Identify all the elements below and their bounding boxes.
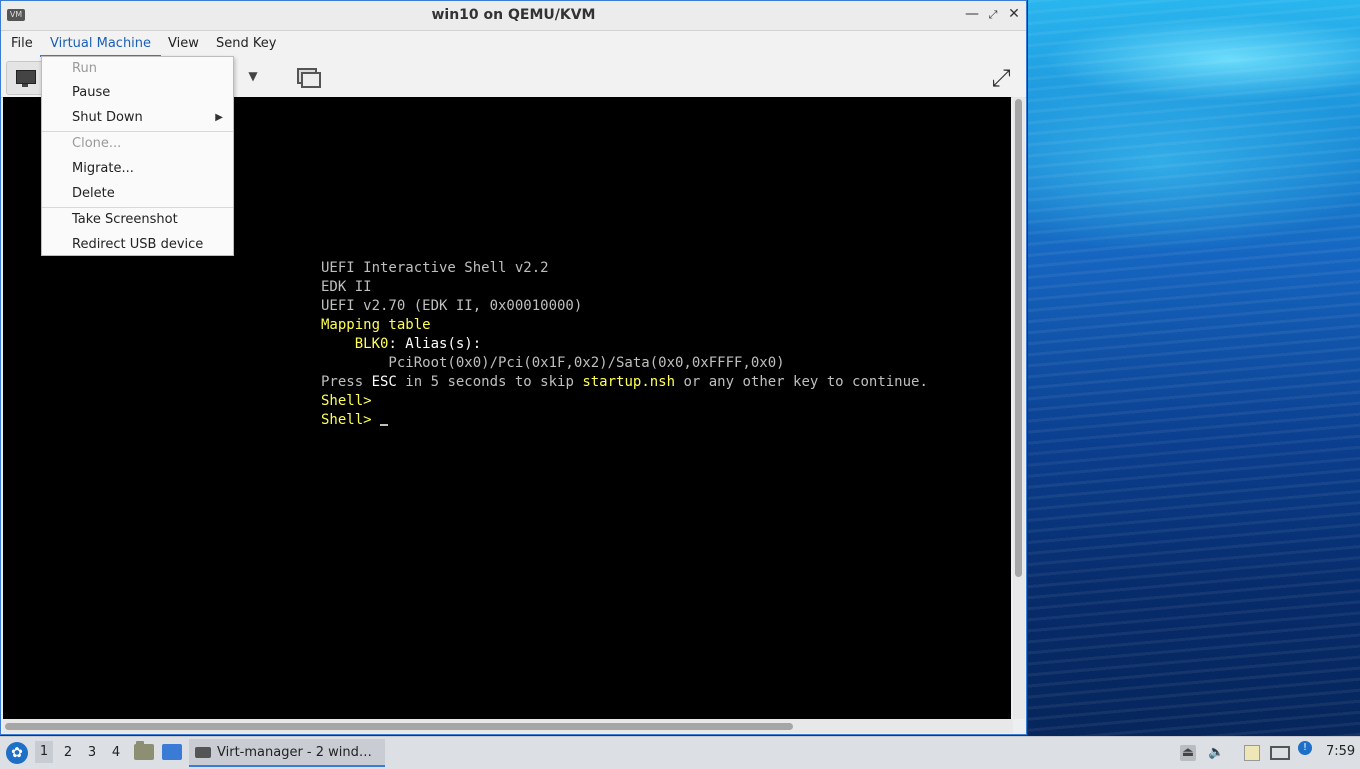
file-manager-icon[interactable] xyxy=(134,741,154,760)
virt-manager-icon xyxy=(195,747,211,758)
console-line: EDK II xyxy=(321,279,372,295)
scrollbar-thumb[interactable] xyxy=(1015,99,1022,577)
console-line: UEFI Interactive Shell v2.2 xyxy=(321,260,549,276)
menu-separator xyxy=(42,207,233,208)
dropdown-arrow-icon[interactable]: ▼ xyxy=(244,67,262,85)
show-desktop-icon[interactable] xyxy=(162,744,182,760)
clipboard-icon[interactable] xyxy=(1244,745,1260,761)
menu-virtual-machine[interactable]: Virtual Machine xyxy=(39,36,162,57)
console-line: Mapping table xyxy=(321,317,431,333)
menu-item-pause[interactable]: Pause xyxy=(72,85,110,100)
monitor-icon[interactable] xyxy=(6,61,44,95)
menu-item-run: Run xyxy=(72,61,97,76)
menu-item-take-screenshot[interactable]: Take Screenshot xyxy=(72,212,178,227)
scrollbar-thumb[interactable] xyxy=(5,723,793,730)
menubar: File Virtual Machine View Send Key xyxy=(1,31,1026,57)
taskbar: ✿ 1 2 3 4 Virt-manager - 2 wind… ⏏ 🔈 ! 7… xyxy=(0,736,1360,769)
console-prompt: Shell> xyxy=(321,411,389,430)
taskbar-task-virt-manager[interactable]: Virt-manager - 2 wind… xyxy=(189,739,385,767)
console-line: BLK0: Alias(s): xyxy=(354,336,482,352)
window-title: win10 on QEMU/KVM xyxy=(431,7,596,23)
minimize-icon[interactable]: — xyxy=(963,6,981,22)
virtual-machine-menu: Run Pause Shut Down ▶ Clone... Migrate..… xyxy=(41,56,234,256)
menu-send-key[interactable]: Send Key xyxy=(214,36,278,51)
horizontal-scrollbar[interactable] xyxy=(3,719,1013,733)
task-label: Virt-manager - 2 wind… xyxy=(217,745,372,760)
vertical-scrollbar[interactable] xyxy=(1013,97,1025,719)
submenu-arrow-icon: ▶ xyxy=(215,112,223,123)
maximize-icon[interactable]: ⤢ xyxy=(984,8,1002,22)
menu-item-shut-down[interactable]: Shut Down xyxy=(72,110,143,125)
eject-icon[interactable]: ⏏ xyxy=(1180,745,1196,761)
desktop-wallpaper xyxy=(1028,0,1360,736)
menu-file[interactable]: File xyxy=(9,36,35,51)
workspace-1[interactable]: 1 xyxy=(35,741,53,763)
fullscreen-icon[interactable]: ⤢ xyxy=(988,65,1014,91)
console-line: UEFI v2.70 (EDK II, 0x00010000) xyxy=(321,298,583,314)
menu-item-migrate[interactable]: Migrate... xyxy=(72,161,134,176)
menu-separator xyxy=(42,131,233,132)
console-line: PciRoot(0x0)/Pci(0x1F,0x2)/Sata(0x0,0xFF… xyxy=(321,355,785,371)
console-line: Press ESC in 5 seconds to skip startup.n… xyxy=(321,374,928,390)
volume-icon[interactable]: 🔈 xyxy=(1208,745,1224,761)
console-prompt: Shell> xyxy=(321,393,372,409)
workspace-3[interactable]: 3 xyxy=(83,745,101,760)
menu-item-delete[interactable]: Delete xyxy=(72,186,115,201)
start-menu-icon[interactable]: ✿ xyxy=(6,742,28,764)
menu-item-clone: Clone... xyxy=(72,136,122,151)
notification-icon[interactable]: ! xyxy=(1298,741,1312,755)
window-titlebar[interactable]: VM win10 on QEMU/KVM — ⤢ ✕ xyxy=(1,1,1026,31)
workspace-2[interactable]: 2 xyxy=(59,745,77,760)
text-cursor xyxy=(380,424,389,426)
close-icon[interactable]: ✕ xyxy=(1005,6,1023,22)
clock[interactable]: 7:59 xyxy=(1326,744,1355,759)
menu-item-redirect-usb[interactable]: Redirect USB device xyxy=(72,237,203,252)
menu-view[interactable]: View xyxy=(166,36,201,51)
screens-icon[interactable] xyxy=(295,66,321,88)
network-icon[interactable] xyxy=(1270,746,1290,760)
workspace-4[interactable]: 4 xyxy=(107,745,125,760)
